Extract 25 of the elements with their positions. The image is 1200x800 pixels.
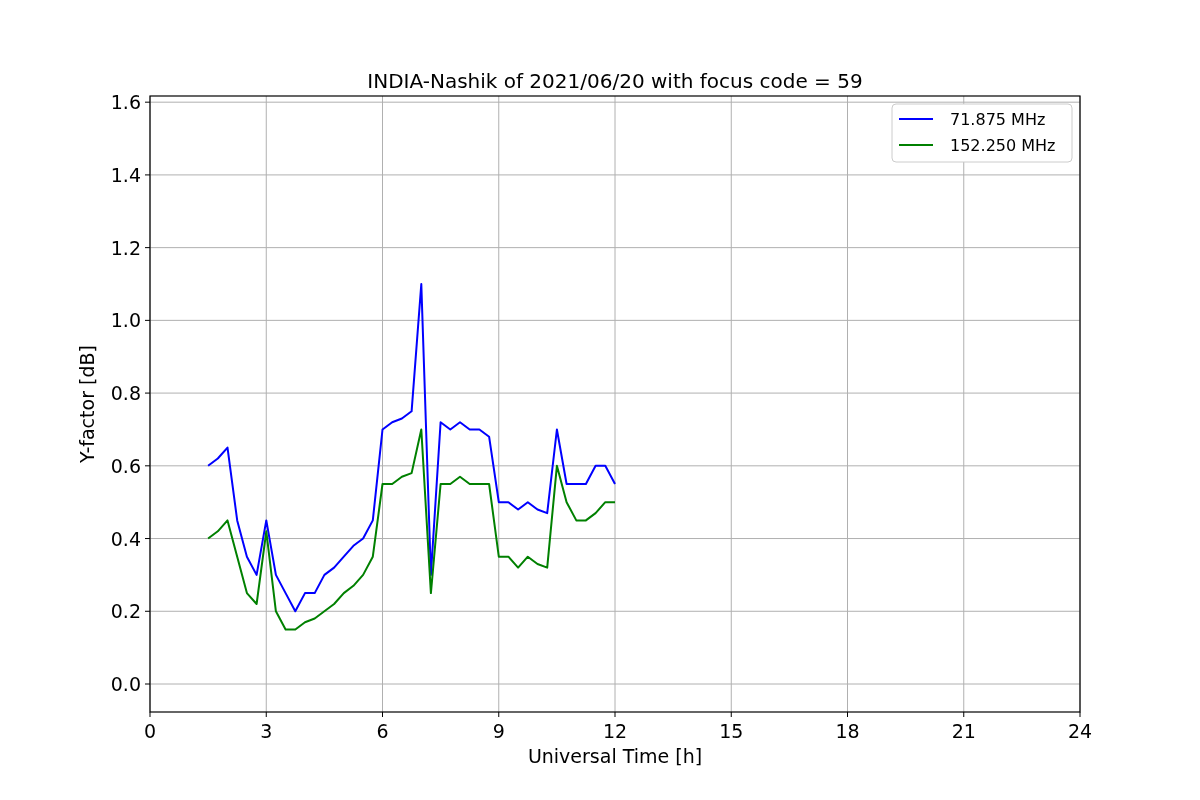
legend-line	[898, 144, 934, 146]
y-tick-label: 0.4	[110, 527, 141, 550]
y-tick-label: 1.4	[110, 163, 141, 186]
x-tick-label: 21	[951, 720, 976, 742]
x-tick-label: 6	[376, 720, 389, 742]
y-tick-label: 1.0	[110, 309, 141, 332]
x-tick-label: 0	[143, 720, 157, 742]
y-tick-label: 0.0	[110, 673, 141, 695]
x-tick-label: 15	[719, 720, 744, 742]
legend-line	[898, 118, 934, 120]
x-axis-label: Universal Time [h]	[527, 745, 703, 767]
y-tick-label: 0.2	[110, 600, 141, 623]
y-axis-label: Y-factor [dB]	[76, 345, 98, 463]
y-tick-label: 1.2	[110, 236, 141, 259]
x-tick-label: 3	[260, 720, 273, 742]
x-tick-label: 12	[602, 720, 628, 742]
legend-label: 152.250 MHz	[950, 136, 1056, 155]
y-tick-label: 0.8	[110, 382, 141, 405]
x-tick-label: 18	[835, 720, 860, 742]
y-tick-label: 1.6	[110, 91, 141, 114]
legend-label: 71.875 MHz	[950, 110, 1046, 129]
y-tick-label: 0.6	[110, 454, 141, 477]
x-tick-label: 9	[492, 720, 505, 742]
chart-title: INDIA-Nashik of 2021/06/20 with focus code = 59	[367, 69, 863, 93]
x-tick-label: 24	[1067, 720, 1093, 742]
